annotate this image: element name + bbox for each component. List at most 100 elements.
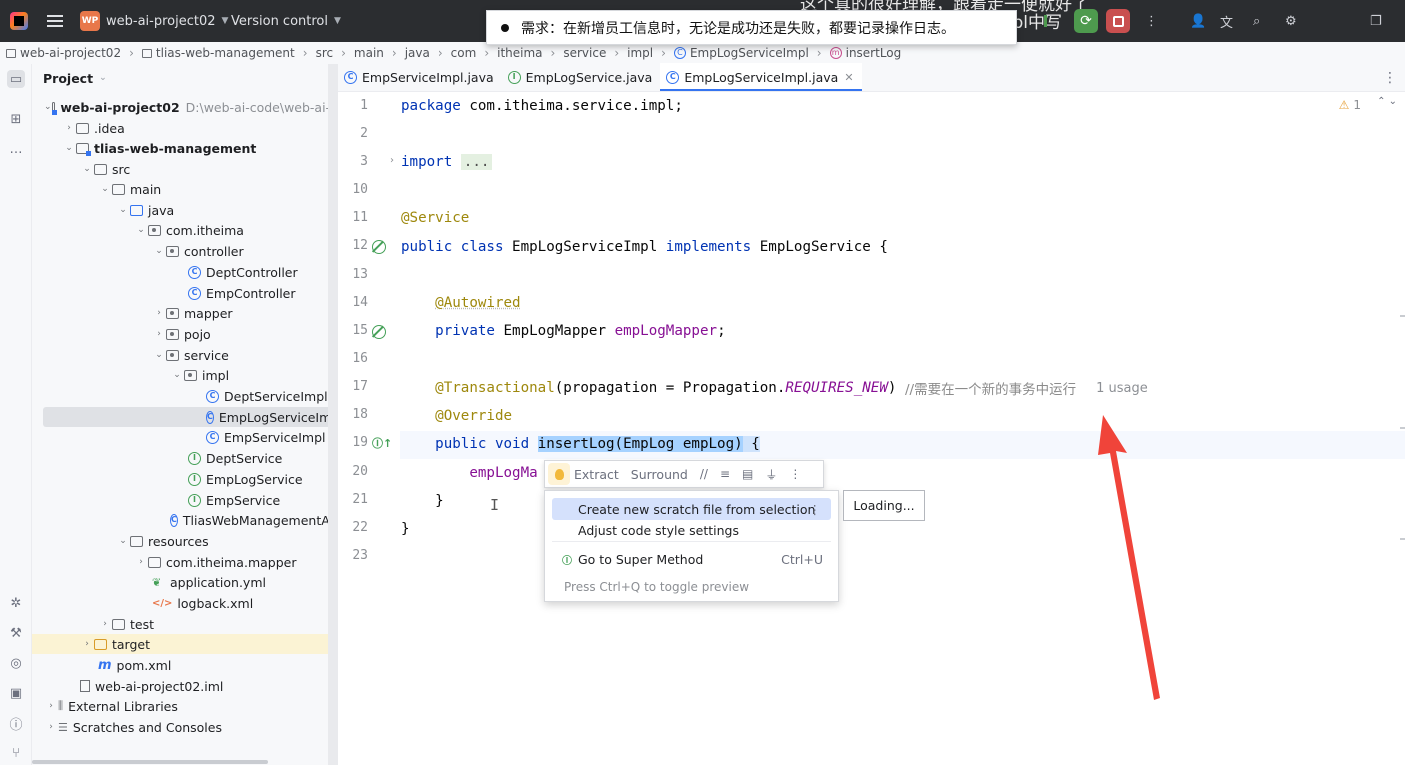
- structure-icon[interactable]: ⏚: [765, 466, 777, 483]
- problems-tool-button[interactable]: ⓘ: [7, 714, 25, 733]
- breadcrumb-item[interactable]: impl ›: [627, 46, 674, 60]
- tree-node-file[interactable]: ❦ application.yml: [32, 572, 338, 592]
- rerun-button[interactable]: ⟳: [1074, 0, 1098, 42]
- search-button[interactable]: ⌕: [1253, 0, 1260, 42]
- tree-node-main[interactable]: ⌄ main: [32, 179, 338, 199]
- code-line: private EmpLogMapper empLogMapper;: [435, 323, 726, 339]
- panel-splitter[interactable]: [328, 64, 338, 765]
- usage-hint[interactable]: 1 usage: [1096, 381, 1148, 396]
- inspection-widget[interactable]: ⚠ 1: [1339, 98, 1361, 112]
- comment-icon[interactable]: //: [700, 467, 708, 481]
- horizontal-scrollbar[interactable]: [32, 760, 268, 764]
- reformat-icon[interactable]: ≡: [720, 467, 730, 481]
- tree-node-class[interactable]: C TliasWebManagementApp: [32, 510, 338, 530]
- tree-node-package[interactable]: ⌄ com.itheima: [32, 220, 338, 240]
- run-indicator: [1044, 0, 1047, 42]
- breadcrumb-item[interactable]: m insertLog: [829, 46, 901, 60]
- tree-node-package[interactable]: ⌄ service: [32, 345, 338, 365]
- services-tool-button[interactable]: ◎: [7, 654, 25, 672]
- table-icon[interactable]: ▤: [742, 467, 753, 481]
- tree-node-src[interactable]: ⌄ src: [32, 159, 338, 179]
- menu-item-create-scratch[interactable]: Create new scratch file from selection ⋮: [552, 498, 831, 520]
- restore-window-button[interactable]: ❐: [1370, 0, 1382, 42]
- project-panel-header[interactable]: Project ⌄: [32, 64, 338, 92]
- build-tool-button[interactable]: ⚒: [7, 624, 25, 642]
- tree-node-package[interactable]: ⌄ controller: [32, 241, 338, 261]
- tree-node-package[interactable]: › mapper: [32, 303, 338, 323]
- spring-bean-icon[interactable]: [372, 325, 386, 339]
- tree-node-interface[interactable]: I DeptService: [32, 448, 338, 468]
- breadcrumb-item[interactable]: web-ai-project02 ›: [6, 46, 142, 60]
- menu-item-adjust-code-style[interactable]: Adjust code style settings: [552, 519, 831, 541]
- git-tool-button[interactable]: ⑂: [7, 744, 25, 762]
- tree-node-class[interactable]: C DeptServiceImpl: [32, 386, 338, 406]
- editor-gutter: 1 2 3 › 10 11 12 13 14 15 16 17 18 19 Ⓘ↑…: [338, 92, 400, 765]
- tree-node-file[interactable]: </> logback.xml: [32, 593, 338, 613]
- kebab-icon[interactable]: ⋮: [1383, 70, 1397, 86]
- tree-node-class[interactable]: C EmpController: [32, 283, 338, 303]
- line-number: 10: [352, 182, 368, 197]
- expanded-arrow-icon: ⌄: [137, 225, 145, 235]
- breadcrumb-item[interactable]: com ›: [451, 46, 497, 60]
- close-icon[interactable]: ✕: [844, 71, 853, 84]
- add-user-button[interactable]: 👤: [1190, 0, 1206, 42]
- tab-emplogservice[interactable]: I EmpLogService.java: [502, 63, 661, 91]
- tree-node-class[interactable]: C EmpServiceImpl: [32, 427, 338, 447]
- breadcrumb-item[interactable]: service ›: [563, 46, 627, 60]
- fold-arrow-icon[interactable]: ›: [390, 155, 394, 166]
- breadcrumb-item[interactable]: itheima ›: [497, 46, 563, 60]
- breadcrumb-item[interactable]: src ›: [316, 46, 354, 60]
- tree-node-java[interactable]: ⌄ java: [32, 200, 338, 220]
- surround-button[interactable]: Surround: [631, 467, 688, 482]
- collapsed-arrow-icon: ›: [49, 722, 53, 732]
- tree-node-resources[interactable]: ⌄ resources: [32, 531, 338, 551]
- tree-node-project-root[interactable]: ⌄ web-ai-project02 D:\web-ai-code\web-ai-…: [32, 97, 338, 117]
- breadcrumb-item[interactable]: java ›: [405, 46, 451, 60]
- main-menu-button[interactable]: [47, 0, 63, 42]
- breadcrumb-item[interactable]: main ›: [354, 46, 405, 60]
- vcs-widget[interactable]: Version control ▼: [231, 0, 341, 42]
- tree-node-interface[interactable]: I EmpService: [32, 490, 338, 510]
- folded-imports[interactable]: ...: [460, 154, 493, 170]
- breadcrumb-item[interactable]: tlias-web-management ›: [141, 46, 316, 60]
- chevron-up-down-icon[interactable]: ⌃ ⌄: [1377, 96, 1397, 107]
- tree-node-external-libraries[interactable]: › ⫼ External Libraries: [32, 696, 338, 716]
- breadcrumb-item[interactable]: C EmpLogServiceImpl ›: [673, 46, 830, 60]
- tree-node-test[interactable]: › test: [32, 614, 338, 634]
- tree-node-package[interactable]: › pojo: [32, 324, 338, 344]
- module-icon: [76, 142, 91, 156]
- translate-button[interactable]: 文: [1220, 0, 1233, 42]
- project-path: D:\web-ai-code\web-ai-p: [185, 99, 338, 115]
- tree-node-scratches[interactable]: › ☰ Scratches and Consoles: [32, 717, 338, 737]
- terminal-tool-button[interactable]: ▣: [7, 684, 25, 702]
- extract-button[interactable]: Extract: [574, 467, 619, 482]
- more-actions-button[interactable]: ⋮: [1145, 0, 1158, 42]
- spring-bean-icon[interactable]: [372, 240, 386, 254]
- tree-node-interface[interactable]: I EmpLogService: [32, 469, 338, 489]
- kebab-icon[interactable]: ⋮: [809, 502, 822, 517]
- tree-node-class-selected[interactable]: C EmpLogServiceImpl: [43, 407, 338, 427]
- tree-node-class[interactable]: C DeptController: [32, 262, 338, 282]
- project-tool-button[interactable]: ▭: [7, 70, 25, 88]
- debug-tool-button[interactable]: ✲: [7, 594, 25, 612]
- menu-item-go-to-super[interactable]: Ⓘ Go to Super Method Ctrl+U: [552, 548, 831, 570]
- tree-node-target[interactable]: › target: [32, 634, 338, 654]
- tab-empserviceimpl[interactable]: C EmpServiceImpl.java: [338, 63, 502, 91]
- tree-node-folder[interactable]: › com.itheima.mapper: [32, 552, 338, 572]
- stop-button[interactable]: [1106, 0, 1130, 42]
- tab-emplogserviceimpl[interactable]: C EmpLogServiceImpl.java ✕: [660, 63, 862, 91]
- code-editor[interactable]: ⚠ 1 ⌃ ⌄ package com.itheima.service.impl…: [400, 92, 1405, 765]
- tree-node-file[interactable]: m pom.xml: [32, 655, 338, 675]
- project-switcher[interactable]: WP web-ai-project02 ▼: [80, 0, 228, 42]
- tree-node-file[interactable]: web-ai-project02.iml: [32, 676, 338, 696]
- lightbulb-icon[interactable]: [548, 463, 570, 485]
- tree-node-idea[interactable]: › .idea: [32, 118, 338, 138]
- more-tools-button[interactable]: …: [7, 140, 25, 158]
- implements-method-icon[interactable]: Ⓘ↑: [372, 435, 392, 451]
- tree-node-module[interactable]: ⌄ tlias-web-management: [32, 138, 338, 158]
- ide-logo[interactable]: [10, 0, 28, 42]
- settings-button[interactable]: ⚙: [1285, 0, 1297, 42]
- tree-node-package[interactable]: ⌄ impl: [32, 365, 338, 385]
- structure-tool-button[interactable]: ⊞: [7, 110, 25, 128]
- kebab-icon[interactable]: ⋮: [789, 467, 801, 481]
